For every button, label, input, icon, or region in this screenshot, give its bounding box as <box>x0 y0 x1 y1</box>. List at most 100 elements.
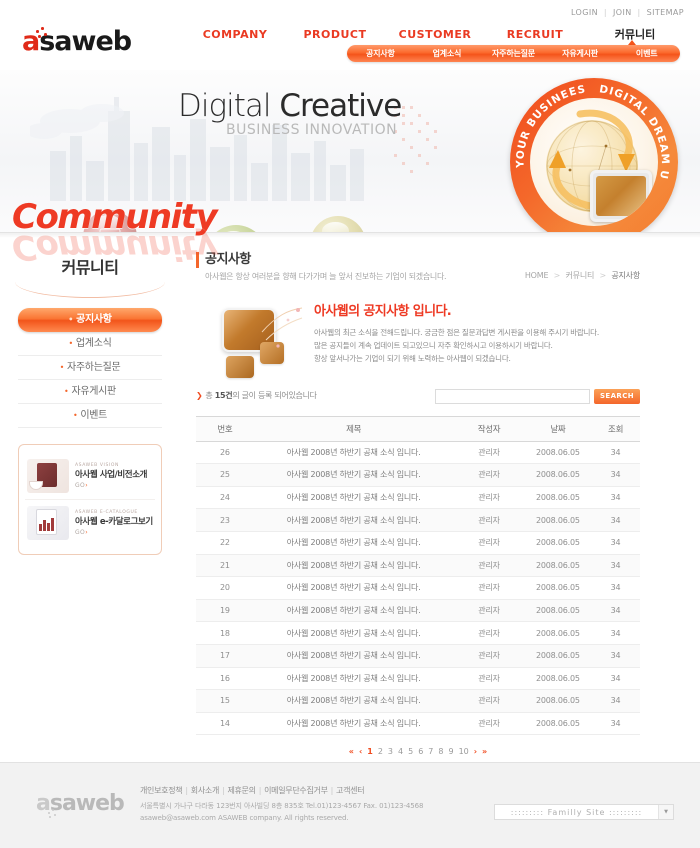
sidebar-item-free-board[interactable]: • 자유게시판 <box>18 380 162 404</box>
cell-subject[interactable]: 아사웹 2008년 하반기 공채 소식 입니다. <box>253 508 454 532</box>
table-row[interactable]: 15 아사웹 2008년 하반기 공채 소식 입니다. 관리자 2008.06.05 3… <box>196 689 640 713</box>
cell-subject[interactable]: 아사웹 2008년 하반기 공채 소식 입니다. <box>253 463 454 487</box>
pager-first[interactable]: « <box>349 747 354 756</box>
breadcrumb-community[interactable]: 커뮤니티 <box>566 271 595 280</box>
family-deco-right: ::::::::: <box>608 807 643 817</box>
cell-subject[interactable]: 아사웹 2008년 하반기 공채 소식 입니다. <box>253 531 454 555</box>
sidebar-banner-vision[interactable]: ASAWEB VISION 아사웹 사업/비전소개 GO› <box>25 453 155 499</box>
site-logo[interactable]: a saweb <box>22 27 132 55</box>
pager-last[interactable]: » <box>482 747 487 756</box>
subnav-item-industry-news[interactable]: 업계소식 <box>414 48 481 59</box>
breadcrumb-sep-2: > <box>599 271 607 280</box>
table-row[interactable]: 22 아사웹 2008년 하반기 공채 소식 입니다. 관리자 2008.06.05 3… <box>196 531 640 555</box>
cell-subject[interactable]: 아사웹 2008년 하반기 공채 소식 입니다. <box>253 599 454 623</box>
intro-line-3: 항상 앞서나가는 기업이 되기 위해 노력하는 아사웹이 되겠습니다. <box>314 353 511 363</box>
cell-subject[interactable]: 아사웹 2008년 하반기 공채 소식 입니다. <box>253 644 454 668</box>
pager-page-4[interactable]: 4 <box>398 747 403 756</box>
cell-hits: 34 <box>591 667 640 691</box>
sidebar-item-faq[interactable]: • 자주하는질문 <box>18 356 162 380</box>
community-art-reflection: Community <box>12 227 217 267</box>
sidebar-banner-catalogue-text: ASAWEB E-CATALOGUE 아사웹 e-카달로그보기 GO› <box>75 510 153 535</box>
breadcrumb-home[interactable]: HOME <box>525 271 549 280</box>
footer-link-5[interactable]: 고객센터 <box>336 786 365 795</box>
table-row[interactable]: 14 아사웹 2008년 하반기 공채 소식 입니다. 관리자 2008.06.05 3… <box>196 712 640 736</box>
bullet-icon: • <box>68 315 74 324</box>
footer-link-4[interactable]: 이메일무단수집거부 <box>264 786 328 795</box>
login-link[interactable]: LOGIN <box>571 8 598 17</box>
cell-subject[interactable]: 아사웹 2008년 하반기 공채 소식 입니다. <box>253 486 454 510</box>
col-header-author: 작성자 <box>453 415 525 442</box>
cell-subject[interactable]: 아사웹 2008년 하반기 공채 소식 입니다. <box>253 621 454 645</box>
cell-subject[interactable]: 아사웹 2008년 하반기 공채 소식 입니다. <box>253 441 454 465</box>
pager-page-3[interactable]: 3 <box>388 747 393 756</box>
table-row[interactable]: 23 아사웹 2008년 하반기 공채 소식 입니다. 관리자 2008.06.05 3… <box>196 508 640 532</box>
chevron-down-icon[interactable]: ▼ <box>658 805 673 819</box>
pager-page-9[interactable]: 9 <box>448 747 453 756</box>
subnav-item-event[interactable]: 이벤트 <box>613 48 680 59</box>
table-row[interactable]: 21 아사웹 2008년 하반기 공채 소식 입니다. 관리자 2008.06.05 3… <box>196 554 640 578</box>
list-count-value: 15건 <box>214 390 233 400</box>
nav-item-company[interactable]: COMPANY <box>185 28 285 41</box>
pager-page-5[interactable]: 5 <box>408 747 413 756</box>
footer-link-1[interactable]: 개인보호정책 <box>140 786 183 795</box>
cell-author: 관리자 <box>453 576 525 600</box>
nav-item-recruit[interactable]: RECRUIT <box>485 28 585 41</box>
join-link[interactable]: JOIN <box>613 8 632 17</box>
cell-subject[interactable]: 아사웹 2008년 하반기 공채 소식 입니다. <box>253 689 454 713</box>
vision-go-link[interactable]: GO› <box>75 482 153 489</box>
cell-subject[interactable]: 아사웹 2008년 하반기 공채 소식 입니다. <box>253 712 454 736</box>
footer-link-2[interactable]: 회사소개 <box>191 786 220 795</box>
footer-link-3[interactable]: 제휴문의 <box>227 786 256 795</box>
table-row[interactable]: 25 아사웹 2008년 하반기 공채 소식 입니다. 관리자 2008.06.05 3… <box>196 463 640 487</box>
cell-subject[interactable]: 아사웹 2008년 하반기 공채 소식 입니다. <box>253 667 454 691</box>
pager-page-2[interactable]: 2 <box>378 747 383 756</box>
table-row[interactable]: 24 아사웹 2008년 하반기 공채 소식 입니다. 관리자 2008.06.05 3… <box>196 486 640 510</box>
search-input[interactable] <box>434 388 590 404</box>
pager-prev[interactable]: ‹ <box>359 747 362 756</box>
vision-go-label: GO <box>75 481 86 489</box>
subnav-item-faq[interactable]: 자주하는질문 <box>480 48 547 59</box>
footer-sep-3: | <box>258 786 262 795</box>
catalogue-go-link[interactable]: GO› <box>75 529 153 536</box>
table-row[interactable]: 16 아사웹 2008년 하반기 공채 소식 입니다. 관리자 2008.06.05 3… <box>196 667 640 691</box>
vision-cup-shape <box>29 481 43 490</box>
sidebar-item-notice[interactable]: • 공지사항 <box>18 308 162 332</box>
table-row[interactable]: 26 아사웹 2008년 하반기 공채 소식 입니다. 관리자 2008.06.05 3… <box>196 441 640 465</box>
pager-page-6[interactable]: 6 <box>418 747 423 756</box>
footer-logo[interactable]: a saweb <box>36 793 125 818</box>
subnav-item-free-board[interactable]: 자유게시판 <box>547 48 614 59</box>
cell-hits: 34 <box>591 554 640 578</box>
utility-sep-1: | <box>603 8 608 17</box>
pager-next[interactable]: › <box>474 747 477 756</box>
sidebar-navigation: • 공지사항 • 업계소식 • 자주하는질문 • 자유게시판 • 이벤트 <box>0 308 180 428</box>
table-row[interactable]: 17 아사웹 2008년 하반기 공채 소식 입니다. 관리자 2008.06.05 3… <box>196 644 640 668</box>
search-button[interactable]: SEARCH <box>593 388 640 404</box>
sidebar-item-event[interactable]: • 이벤트 <box>18 404 162 428</box>
table-row[interactable]: 18 아사웹 2008년 하반기 공채 소식 입니다. 관리자 2008.06.05 3… <box>196 621 640 645</box>
pager-page-7[interactable]: 7 <box>428 747 433 756</box>
breadcrumb-sep-1: > <box>553 271 561 280</box>
pager-page-10[interactable]: 10 <box>459 747 469 756</box>
sidebar-banner-catalogue[interactable]: ASAWEB E-CATALOGUE 아사웹 e-카달로그보기 GO› <box>25 499 155 546</box>
table-row[interactable]: 20 아사웹 2008년 하반기 공채 소식 입니다. 관리자 2008.06.05 3… <box>196 576 640 600</box>
pager-page-8[interactable]: 8 <box>438 747 443 756</box>
cell-subject[interactable]: 아사웹 2008년 하반기 공채 소식 입니다. <box>253 554 454 578</box>
intro-block: 아사웹의 공지사항 입니다. 아사웹의 최근 소식을 전해드립니다. 궁금한 점… <box>196 298 640 384</box>
table-row[interactable]: 19 아사웹 2008년 하반기 공채 소식 입니다. 관리자 2008.06.05 3… <box>196 599 640 623</box>
sitemap-link[interactable]: SITEMAP <box>647 8 684 17</box>
cell-hits: 34 <box>591 508 640 532</box>
nav-item-customer[interactable]: CUSTOMER <box>385 28 485 41</box>
nav-item-product[interactable]: PRODUCT <box>285 28 385 41</box>
community-art-title: Community Community <box>12 197 218 267</box>
list-count-prefix: 총 <box>205 390 213 400</box>
content-panel: 커뮤니티 • 공지사항 • 업계소식 • 자주하는질문 • 자유게시판 • 이벤트 <box>0 232 700 762</box>
notice-table-body: 26 아사웹 2008년 하반기 공채 소식 입니다. 관리자 2008.06.05 3… <box>196 441 640 736</box>
cell-author: 관리자 <box>453 531 525 555</box>
sidebar-item-industry-news[interactable]: • 업계소식 <box>18 332 162 356</box>
pager-page-1[interactable]: 1 <box>367 747 373 756</box>
cell-no: 15 <box>196 689 254 713</box>
cell-subject[interactable]: 아사웹 2008년 하반기 공채 소식 입니다. <box>253 576 454 600</box>
subnav-item-notice[interactable]: 공지사항 <box>347 48 414 59</box>
family-site-select[interactable]: ::::::::: Familly Site ::::::::: ▼ <box>494 804 674 820</box>
cell-date: 2008.06.05 <box>524 712 592 736</box>
